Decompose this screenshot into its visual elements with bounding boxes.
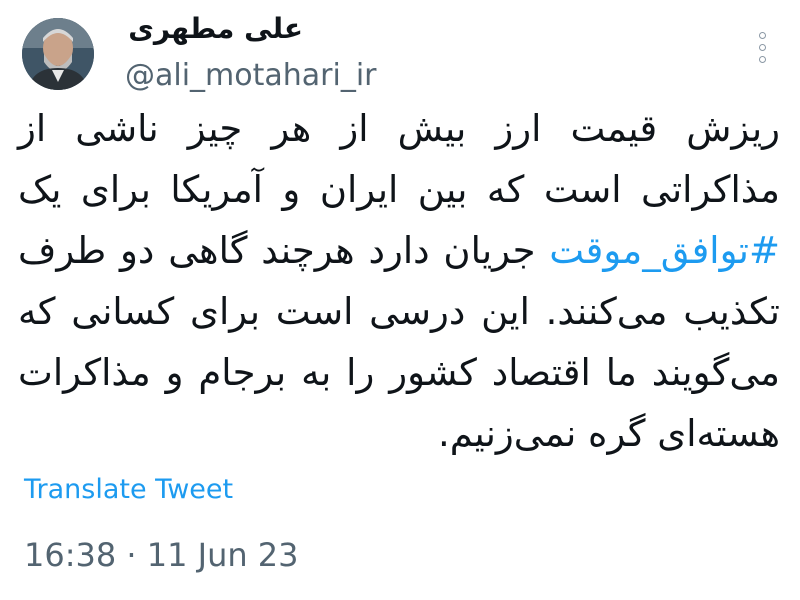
translate-tweet-link[interactable]: Translate Tweet (24, 474, 233, 505)
tweet-card: علی مطهری @ali_motahari_ir ریزش قیمت ارز… (0, 0, 800, 600)
more-vertical-icon-dot (759, 44, 766, 51)
hashtag-link[interactable]: #توافق_موقت (549, 229, 780, 272)
tweet-text-part: ریزش قیمت ارز بیش از هر چیز ناشی از مذاک… (18, 107, 780, 211)
tweet-text: ریزش قیمت ارز بیش از هر چیز ناشی از مذاک… (18, 98, 780, 464)
avatar-photo (22, 18, 94, 90)
more-options-button[interactable] (752, 30, 774, 66)
author-display-name[interactable]: علی مطهری (125, 12, 303, 45)
more-vertical-icon-dot (759, 56, 766, 63)
tweet-timestamp[interactable]: 16:38 · 11 Jun 23 (24, 536, 299, 574)
author-handle[interactable]: @ali_motahari_ir (125, 58, 377, 93)
more-vertical-icon (759, 32, 766, 39)
avatar[interactable] (22, 18, 94, 90)
